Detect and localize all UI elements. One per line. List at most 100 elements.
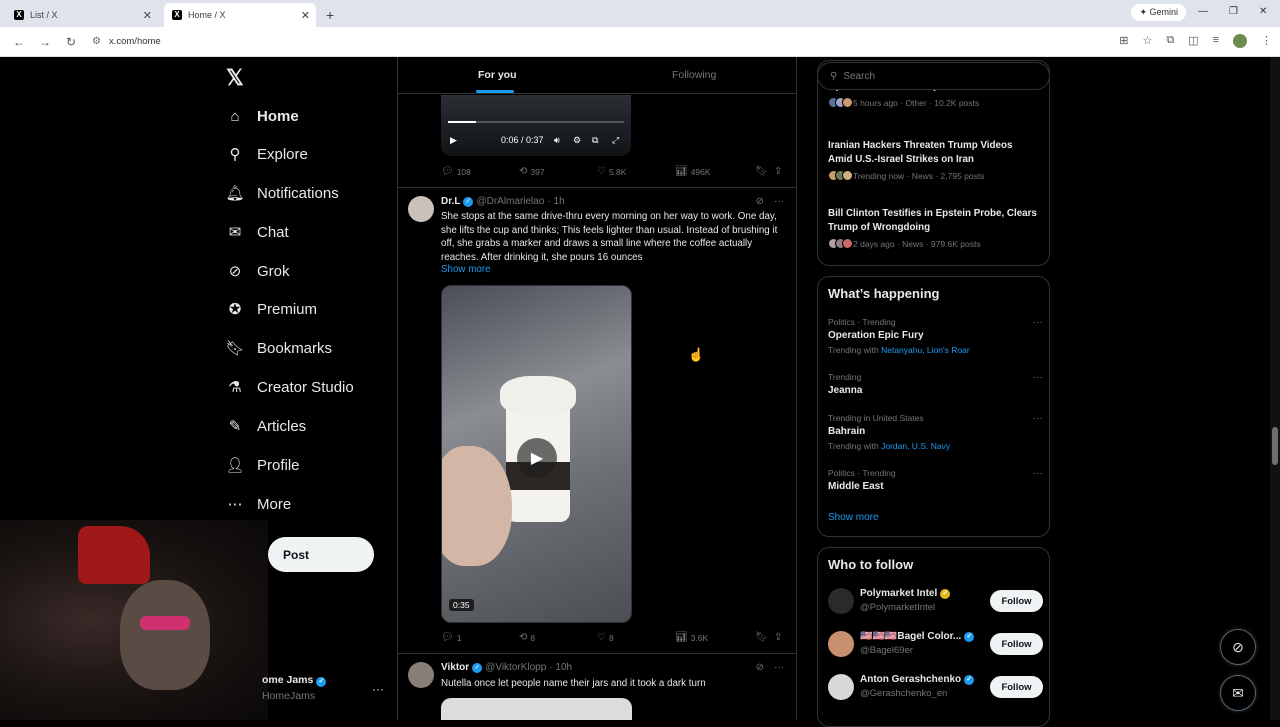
bookmark-button[interactable]: 🔖︎	[755, 632, 768, 643]
back-icon[interactable]: ←	[12, 35, 26, 49]
suggestion-name[interactable]: 🇺🇸🇺🇸🇺🇸Bagel Color... ✓	[860, 631, 975, 642]
repost-button[interactable]: ⟲ 8	[519, 632, 535, 643]
author-handle[interactable]: @ViktorKlopp	[485, 662, 546, 673]
more-icon[interactable]: ···	[774, 662, 784, 673]
forward-icon[interactable]: →	[38, 35, 52, 49]
repost-button[interactable]: ⟲ 397	[519, 166, 545, 177]
restore-icon[interactable]: ❐	[1229, 6, 1238, 17]
trend-item[interactable]: Politics · Trending Middle East ···	[828, 468, 1043, 492]
trend-related-link[interactable]: Netanyahu, Lion's Roar	[881, 345, 970, 355]
close-tab-icon[interactable]: ✕	[143, 9, 152, 22]
grok-icon[interactable]: ⊘	[756, 662, 764, 673]
like-button[interactable]: ♡ 5.8K	[597, 166, 626, 177]
avatar[interactable]	[828, 674, 854, 700]
play-icon[interactable]: ▶	[450, 135, 457, 146]
nav-item-more[interactable]: ⋯ More	[220, 485, 292, 523]
nav-item-creator-studio[interactable]: ⚗ Creator Studio	[220, 368, 353, 406]
nav-item-profile[interactable]: 👤︎ Profile	[220, 446, 299, 484]
x-logo-icon[interactable]: 𝕏	[226, 65, 244, 91]
account-switcher[interactable]: ome Jams ✓ HomeJams	[262, 674, 327, 702]
close-window-icon[interactable]: ✕	[1259, 6, 1267, 17]
tweet-time[interactable]: · 1h	[547, 196, 564, 207]
settings-icon[interactable]: ⚙	[573, 135, 581, 146]
reply-button[interactable]: 💬︎ 1	[441, 632, 461, 643]
nav-item-grok[interactable]: ⊘ Grok	[220, 252, 290, 290]
media-preview[interactable]	[441, 698, 632, 720]
video-player[interactable]: ▶ 0:35	[441, 285, 632, 623]
bookmark-button[interactable]: 🔖︎	[755, 166, 768, 177]
install-app-icon[interactable]: ⊞	[1119, 34, 1128, 48]
video-progress-bar[interactable]	[448, 121, 624, 123]
avatar[interactable]	[408, 196, 434, 222]
nav-item-explore[interactable]: ⚲ Explore	[220, 135, 308, 173]
close-tab-icon[interactable]: ✕	[301, 9, 310, 22]
share-button[interactable]: ⇪	[774, 632, 782, 643]
follow-button[interactable]: Follow	[990, 590, 1043, 612]
nav-item-bookmarks[interactable]: 🔖︎ Bookmarks	[220, 329, 332, 367]
trend-item[interactable]: Politics · Trending Operation Epic Fury Tr…	[828, 317, 1043, 355]
page-scrollbar[interactable]	[1270, 57, 1280, 720]
trend-item[interactable]: Trending Jeanna ···	[828, 372, 1043, 396]
author-handle[interactable]: @DrAlmarielao	[476, 196, 544, 207]
search-input[interactable]: ⚲ Search	[817, 62, 1050, 90]
avatar[interactable]	[408, 662, 434, 688]
scrollbar-thumb[interactable]	[1272, 427, 1278, 465]
share-button[interactable]: ⇪	[774, 166, 782, 177]
split-view-icon[interactable]: ◫	[1188, 34, 1198, 48]
extensions-icon[interactable]: ⧉	[1166, 34, 1174, 48]
minimize-icon[interactable]: —	[1198, 6, 1208, 17]
post-button[interactable]: Post	[268, 537, 374, 572]
grok-fab-icon[interactable]: ⊘	[1220, 629, 1256, 665]
media-control-icon[interactable]: ≡	[1213, 34, 1219, 48]
trend-item[interactable]: Trending in United States Bahrain Trending…	[828, 413, 1043, 451]
nav-item-home[interactable]: ⌂ Home	[220, 97, 298, 135]
url-field[interactable]: ⚙ x.com/home	[92, 31, 1142, 53]
suggestion-handle[interactable]: @PolymarketIntel	[860, 602, 935, 613]
fullscreen-icon[interactable]: ⤢	[612, 135, 619, 146]
news-item[interactable]: Iranian Hackers Threaten Trump Videos Am…	[828, 139, 1038, 181]
more-icon[interactable]: ···	[774, 196, 784, 207]
author-name[interactable]: Viktor	[441, 662, 469, 673]
volume-icon[interactable]: 🔊︎	[554, 135, 560, 146]
nav-item-premium[interactable]: ✪ Premium	[220, 290, 317, 328]
views-button[interactable]: 📊︎ 496K	[675, 166, 711, 177]
show-more-link[interactable]: Show more	[441, 264, 491, 275]
news-item[interactable]: Bill Clinton Testifies in Epstein Probe,…	[828, 207, 1038, 249]
tab-home[interactable]: X Home / X ✕	[164, 3, 316, 27]
tweet-time[interactable]: · 10h	[549, 662, 572, 673]
suggestion-name[interactable]: Anton Gerashchenko ✓	[860, 674, 975, 685]
menu-dots-icon[interactable]: ⋮	[1261, 34, 1272, 48]
bookmark-star-icon[interactable]: ☆	[1142, 34, 1152, 48]
account-more-icon[interactable]: ···	[372, 682, 384, 696]
more-icon[interactable]: ···	[1033, 372, 1043, 383]
follow-button[interactable]: Follow	[990, 676, 1043, 698]
video-player[interactable]	[441, 95, 631, 156]
new-tab-button[interactable]: +	[326, 3, 334, 27]
more-icon[interactable]: ···	[1033, 413, 1043, 424]
tab-for-you[interactable]: For you	[478, 69, 517, 81]
views-button[interactable]: 📊︎ 3.6K	[675, 632, 708, 643]
reply-button[interactable]: 💬︎ 108	[441, 166, 471, 177]
author-name[interactable]: Dr.L	[441, 196, 460, 207]
messages-fab-icon[interactable]: ✉	[1220, 675, 1256, 711]
site-info-icon[interactable]: ⚙	[92, 36, 101, 47]
tab-list[interactable]: X List / X ✕	[6, 3, 158, 27]
nav-item-notifications[interactable]: 🔔︎ Notifications	[220, 174, 338, 212]
grok-icon[interactable]: ⊘	[756, 196, 764, 207]
follow-button[interactable]: Follow	[990, 633, 1043, 655]
more-icon[interactable]: ···	[1033, 317, 1043, 328]
avatar[interactable]	[828, 631, 854, 657]
more-icon[interactable]: ···	[1033, 468, 1043, 479]
nav-item-articles[interactable]: ✎ Articles	[220, 407, 306, 445]
nav-item-chat[interactable]: ✉ Chat	[220, 213, 289, 251]
profile-avatar-icon[interactable]	[1233, 34, 1247, 48]
reload-icon[interactable]: ↻	[64, 35, 78, 49]
suggestion-handle[interactable]: @Gerashchenko_en	[860, 688, 947, 699]
play-icon[interactable]: ▶	[517, 438, 557, 478]
avatar[interactable]	[828, 588, 854, 614]
gemini-button[interactable]: ✦ Gemini	[1131, 4, 1186, 21]
tab-following[interactable]: Following	[672, 69, 716, 81]
show-more-link[interactable]: Show more	[828, 512, 879, 523]
trend-related-link[interactable]: Jordan, U.S. Navy	[881, 441, 950, 451]
suggestion-handle[interactable]: @Bagel69er	[860, 645, 913, 656]
